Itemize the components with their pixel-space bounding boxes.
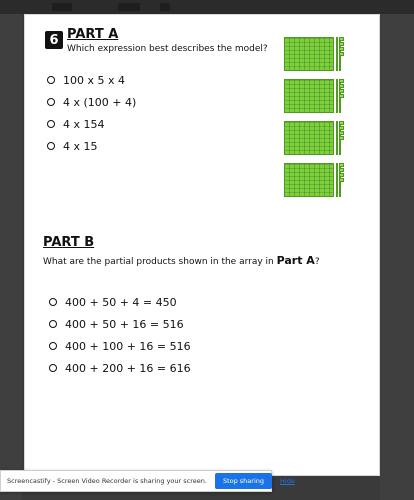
part-b-question-end: ? bbox=[314, 257, 320, 267]
radio-button[interactable] bbox=[49, 342, 57, 350]
ones-cubes bbox=[339, 121, 345, 141]
viewer-margin-left bbox=[0, 14, 22, 500]
ones-cubes bbox=[339, 37, 345, 57]
part-a-option[interactable]: 4 x (100 + 4) bbox=[47, 91, 136, 113]
radio-button[interactable] bbox=[49, 320, 57, 328]
hundred-flat bbox=[284, 79, 334, 113]
toolbar-control[interactable] bbox=[52, 3, 72, 11]
part-a-title: PART A bbox=[67, 27, 119, 42]
stop-sharing-button[interactable]: Stop sharing bbox=[214, 473, 272, 489]
part-b-question: What are the partial products shown in t… bbox=[43, 254, 320, 267]
option-label: 100 x 5 x 4 bbox=[63, 73, 125, 87]
part-a-option[interactable]: 100 x 5 x 4 bbox=[47, 69, 136, 91]
radio-button[interactable] bbox=[49, 298, 57, 306]
sharing-message: Screencastify - Screen Video Recorder is… bbox=[7, 477, 207, 485]
hide-link[interactable]: Hide bbox=[280, 477, 295, 485]
option-label: 4 x 154 bbox=[63, 117, 105, 131]
option-label: 4 x (100 + 4) bbox=[63, 95, 137, 109]
part-b-options: 400 + 50 + 4 = 450 400 + 50 + 16 = 516 4… bbox=[49, 291, 191, 379]
option-label: 400 + 100 + 16 = 516 bbox=[65, 339, 191, 353]
part-b-title: PART B bbox=[43, 235, 95, 250]
part-b-option[interactable]: 400 + 100 + 16 = 516 bbox=[49, 335, 191, 357]
part-a-options: 100 x 5 x 4 4 x (100 + 4) 4 x 154 4 x 15 bbox=[47, 69, 136, 157]
browser-top-bar bbox=[0, 0, 414, 14]
part-b-question-emphasis: Part A bbox=[276, 254, 315, 267]
question-number-badge: 6 bbox=[45, 31, 63, 49]
radio-button[interactable] bbox=[47, 120, 55, 128]
radio-button[interactable] bbox=[47, 98, 55, 106]
radio-button[interactable] bbox=[49, 364, 57, 372]
hundred-flat bbox=[284, 121, 334, 155]
part-a-option[interactable]: 4 x 154 bbox=[47, 113, 136, 135]
hundred-flat bbox=[284, 163, 334, 197]
ones-cubes bbox=[339, 79, 345, 99]
option-label: 400 + 50 + 16 = 516 bbox=[65, 317, 184, 331]
part-b-option[interactable]: 400 + 50 + 16 = 516 bbox=[49, 313, 191, 335]
screen-sharing-notification: Screencastify - Screen Video Recorder is… bbox=[0, 470, 295, 492]
part-a-question: Which expression best describes the mode… bbox=[67, 44, 268, 54]
viewer-margin-right bbox=[380, 14, 414, 500]
option-label: 400 + 50 + 4 = 450 bbox=[65, 295, 177, 309]
part-a-option[interactable]: 4 x 15 bbox=[47, 135, 136, 157]
part-b-option[interactable]: 400 + 200 + 16 = 616 bbox=[49, 357, 191, 379]
part-b-question-text: What are the partial products shown in t… bbox=[43, 257, 277, 267]
radio-button[interactable] bbox=[47, 76, 55, 84]
toolbar-control[interactable] bbox=[160, 3, 170, 11]
hundred-flat bbox=[284, 37, 334, 71]
worksheet-page: 6 PART A Which expression best describes… bbox=[24, 14, 380, 476]
ones-cubes bbox=[339, 163, 345, 183]
toolbar-control[interactable] bbox=[118, 3, 140, 11]
part-b-option[interactable]: 400 + 50 + 4 = 450 bbox=[49, 291, 191, 313]
option-label: 400 + 200 + 16 = 616 bbox=[65, 361, 191, 375]
radio-button[interactable] bbox=[47, 142, 55, 150]
option-label: 4 x 15 bbox=[63, 139, 98, 153]
